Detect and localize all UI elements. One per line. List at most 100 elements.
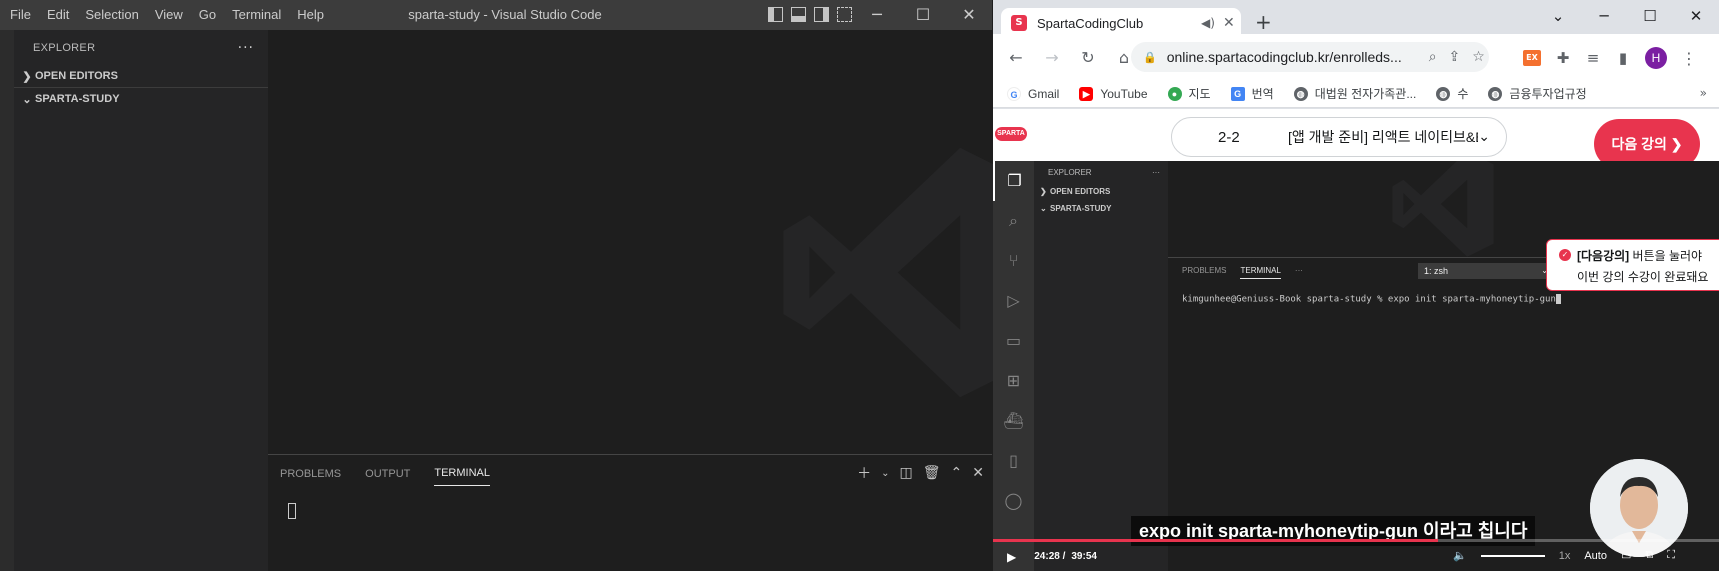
tab-search-icon[interactable]: ⌄	[1535, 0, 1581, 32]
menu-selection[interactable]: Selection	[77, 0, 146, 30]
lesson-title: [앱 개발 준비] 리액트 네이티브&Ex	[1288, 129, 1478, 145]
terminal-command: kimgunhee@Geniuss-Book sparta-study % ex…	[1182, 294, 1556, 305]
trash-icon[interactable]: 🗑	[923, 465, 941, 481]
media-control-icon[interactable]: ≡	[1585, 49, 1601, 67]
globe-icon: ◍	[1436, 86, 1451, 101]
workspace-section[interactable]: ⌄ SPARTA-STUDY	[14, 88, 268, 110]
chevron-right-icon: ❯	[22, 70, 32, 83]
fullscreen-icon[interactable]: ⛶	[1667, 549, 1675, 562]
bookmark-gmail[interactable]: G Gmail	[1007, 86, 1059, 101]
toggle-panel-icon[interactable]	[791, 7, 806, 22]
video-terminal-select: 1: zsh ⌄	[1418, 263, 1554, 279]
menu-terminal[interactable]: Terminal	[224, 0, 289, 30]
terminal-cursor[interactable]	[288, 503, 296, 519]
close-icon[interactable]: ✕	[1673, 0, 1719, 32]
video-activity-bar: ❐ ⌕ ⑂ ▷ ▭ ⊞ ⛴ ▯ ◯	[993, 161, 1034, 571]
tooltip-line-2: 이번 강의 수강이 완료돼요	[1577, 270, 1709, 284]
tab-terminal[interactable]: TERMINAL	[434, 459, 490, 486]
current-time: 24:28 /	[1034, 551, 1066, 562]
bookmark-star-icon[interactable]: ☆	[1472, 49, 1485, 65]
menu-help[interactable]: Help	[289, 0, 332, 30]
close-icon[interactable]: ✕	[946, 0, 992, 30]
menu-edit[interactable]: Edit	[39, 0, 77, 30]
menu-view[interactable]: View	[147, 0, 191, 30]
new-tab-icon[interactable]: +	[1255, 10, 1272, 34]
pip-icon[interactable]: ⧉	[1645, 549, 1653, 562]
workspace-label: SPARTA-STUDY	[35, 93, 120, 105]
toggle-sidebar-icon[interactable]	[768, 7, 783, 22]
more-bookmarks-icon[interactable]: »	[1700, 86, 1707, 100]
quality-setting[interactable]: Auto	[1584, 550, 1607, 562]
forward-icon[interactable]: →	[1043, 48, 1061, 67]
menu-file[interactable]: File	[2, 0, 39, 30]
reload-icon[interactable]: ↻	[1079, 48, 1097, 67]
video-tab-terminal: TERMINAL	[1240, 262, 1281, 279]
next-lesson-tooltip: ✓ [다음강의] 버튼을 눌러야 이번 강의 수강이 완료돼요	[1546, 239, 1719, 291]
chrome-toolbar: ← → ↻ ⌂ 🔒 online.spartacodingclub.kr/enr…	[993, 34, 1719, 80]
tab-close-icon[interactable]: ✕	[1223, 15, 1235, 31]
vscode-logo-watermark-icon	[1392, 161, 1494, 257]
editor-area[interactable]	[268, 30, 1023, 454]
open-editors-section[interactable]: ❯ OPEN EDITORS	[14, 65, 268, 87]
volume-slider[interactable]	[1480, 554, 1545, 557]
tab-output[interactable]: OUTPUT	[365, 460, 410, 486]
bookmark-translate[interactable]: G 번역	[1230, 85, 1274, 102]
chrome-tabbar: S SpartaCodingClub ◀) ✕ + ⌄ ─ ☐ ✕	[993, 0, 1719, 38]
share-icon[interactable]: ⇪	[1449, 49, 1461, 65]
bookmark-finance[interactable]: ◍ 금융투자업규정	[1488, 85, 1587, 102]
video-player[interactable]: ❐ ⌕ ⑂ ▷ ▭ ⊞ ⛴ ▯ ◯ EXPLORER ··· ❯ OPEN ED…	[993, 161, 1719, 571]
terminal-panel: PROBLEMS OUTPUT TERMINAL ＋ ⌄ ◫ 🗑 ⌃ ✕	[268, 454, 992, 571]
volume-icon[interactable]: 🔈	[1453, 549, 1467, 562]
vscode-window: File Edit Selection View Go Terminal Hel…	[0, 0, 1023, 571]
bookmark-maps[interactable]: ● 지도	[1167, 85, 1211, 102]
terminal-select-value: 1: zsh	[1424, 266, 1449, 276]
zoom-icon[interactable]: ⌕	[1429, 49, 1437, 65]
more-actions-icon[interactable]: ···	[238, 40, 254, 56]
toggle-secondary-sidebar-icon[interactable]	[814, 7, 829, 22]
profile-avatar[interactable]: H	[1645, 47, 1667, 69]
menu-go[interactable]: Go	[191, 0, 224, 30]
video-controls: ▶ 24:28 / 39:54 🔈 1x Auto ▭ ⧉ ⛶	[993, 542, 1719, 571]
sparta-logo[interactable]: SPARTA	[995, 127, 1027, 141]
restore-icon[interactable]: ☐	[1627, 0, 1673, 32]
menu-bar: File Edit Selection View Go Terminal Hel…	[0, 0, 332, 30]
bookmark-label: 지도	[1188, 87, 1211, 101]
video-right-controls: 🔈 1x Auto ▭ ⧉ ⛶	[1453, 549, 1675, 562]
kebab-menu-icon[interactable]: ⋮	[1681, 49, 1697, 68]
chevron-right-icon: ❯	[1040, 187, 1047, 196]
duration: 39:54	[1071, 551, 1097, 562]
play-icon[interactable]: ▶	[1007, 550, 1016, 564]
maps-pin-icon: ●	[1167, 86, 1182, 101]
new-terminal-icon[interactable]: ＋	[857, 463, 871, 483]
panel-actions: ＋ ⌄ ◫ 🗑 ⌃ ✕	[857, 463, 984, 483]
close-panel-icon[interactable]: ✕	[972, 465, 984, 481]
customize-layout-icon[interactable]	[837, 7, 852, 22]
video-open-editors: ❯ OPEN EDITORS	[1034, 183, 1168, 200]
bookmark-youtube[interactable]: ▶ YouTube	[1079, 86, 1148, 101]
explorer-title: EXPLORER	[33, 41, 96, 54]
bookmark-court[interactable]: ◍ 대법원 전자가족관...	[1293, 85, 1416, 102]
back-icon[interactable]: ←	[1007, 48, 1025, 67]
lock-icon[interactable]: 🔒	[1143, 51, 1157, 64]
extension-ex-icon[interactable]: EX	[1523, 50, 1541, 66]
lesson-dropdown[interactable]: 2-2 [앱 개발 준비] 리액트 네이티브&Ex ⌄	[1171, 117, 1507, 157]
address-bar[interactable]: 🔒 online.spartacodingclub.kr/enrolleds..…	[1131, 42, 1489, 72]
open-editors-label: OPEN EDITORS	[35, 70, 118, 82]
explorer-header: EXPLORER ···	[14, 30, 268, 65]
playback-speed[interactable]: 1x	[1559, 550, 1571, 562]
vscode-titlebar: File Edit Selection View Go Terminal Hel…	[0, 0, 992, 30]
video-workspace: ⌄ SPARTA-STUDY	[1034, 200, 1168, 217]
subtitles-icon[interactable]: ▭	[1621, 549, 1631, 562]
maximize-icon[interactable]: ☐	[900, 0, 946, 30]
chevron-down-icon[interactable]: ⌄	[881, 468, 889, 479]
minimize-icon[interactable]: ─	[854, 0, 900, 30]
puzzle-icon[interactable]: ✚	[1555, 49, 1571, 67]
maximize-panel-icon[interactable]: ⌃	[951, 465, 963, 481]
minimize-icon[interactable]: ─	[1581, 0, 1627, 32]
tab-problems[interactable]: PROBLEMS	[280, 460, 341, 486]
bookmark-su[interactable]: ◍ 수	[1436, 85, 1468, 102]
url-text[interactable]: online.spartacodingclub.kr/enrolleds...	[1167, 49, 1417, 65]
side-panel-icon[interactable]: ▮	[1615, 49, 1631, 67]
speaker-icon[interactable]: ◀)	[1201, 16, 1215, 30]
split-terminal-icon[interactable]: ◫	[900, 465, 913, 481]
